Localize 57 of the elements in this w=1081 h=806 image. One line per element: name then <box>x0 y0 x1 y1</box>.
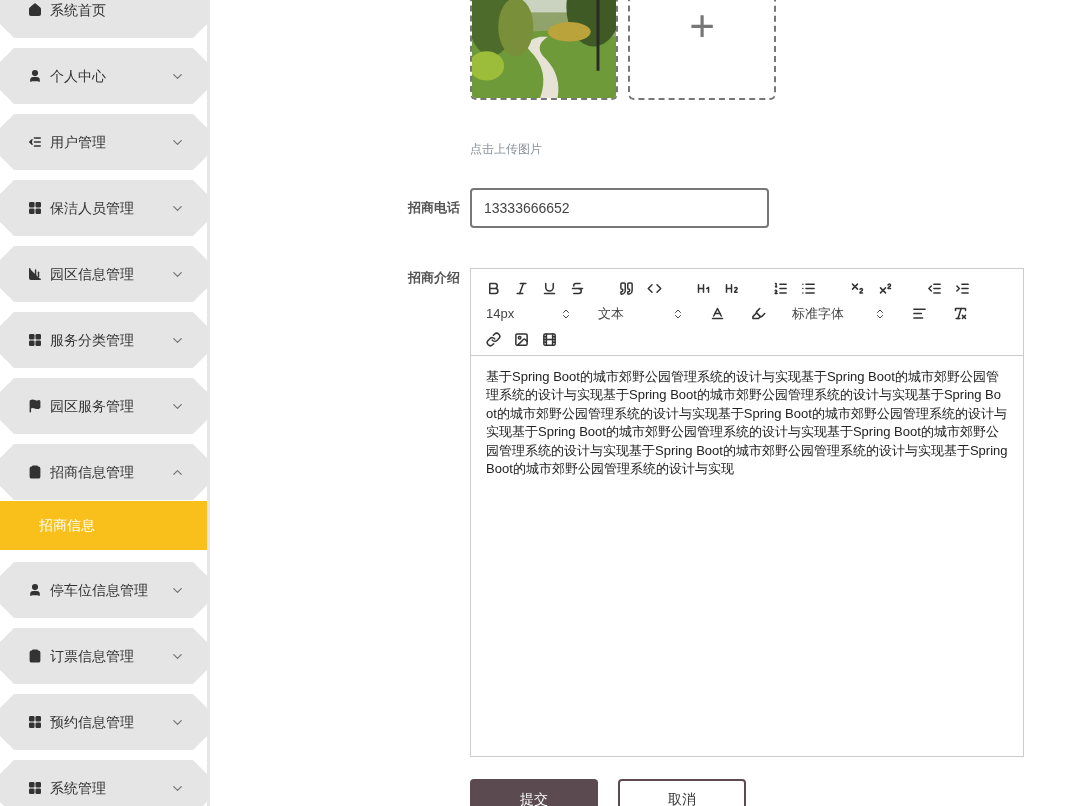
video-icon[interactable] <box>542 331 557 347</box>
sidebar-item[interactable]: 系统首页 <box>0 0 207 38</box>
list-icon <box>28 135 42 149</box>
sort-icon <box>672 307 684 320</box>
sidebar-item[interactable]: 园区信息管理 <box>0 246 207 302</box>
sidebar-item[interactable]: 停车位信息管理 <box>0 562 207 618</box>
underline-icon[interactable] <box>542 281 557 296</box>
sidebar-item[interactable]: 系统管理 <box>0 760 207 806</box>
select-field[interactable]: 标准字体 <box>792 304 886 324</box>
sidebar-item[interactable]: 个人中心 <box>0 48 207 104</box>
editor-content: 基于Spring Boot的城市郊野公园管理系统的设计与实现基于Spring Boot的城市郊野公园管理系统的设计与实现基于Spring Boot的城市郊野公园管理系统的设计与实现基于Spring Boot的城市郊野公园管理系统的设计与实现基于Spring Boot的城市郊野公园管理系统的设计与实现基于Spring Boot的城市郊野公园管理系统的设计与实现基于Spring Boot的城市郊野公园管理系统的设计与实现基于Spring Boot的城市郊野公园管理系统的设计与实现基于Spring Boot的城市郊野公园管理系统的设计与实现 <box>485 367 1009 478</box>
select-field[interactable]: 文本 <box>598 304 684 324</box>
upload-hint: 点击上传图片 <box>470 141 542 158</box>
user-icon <box>28 583 42 597</box>
bold-icon[interactable] <box>486 281 501 296</box>
home-icon <box>28 3 42 17</box>
highlight-icon[interactable] <box>751 306 766 322</box>
sidebar-item[interactable]: 用户管理 <box>0 114 207 170</box>
link-icon[interactable] <box>486 331 501 347</box>
code-icon[interactable] <box>647 281 662 296</box>
sidebar-item[interactable]: 园区服务管理 <box>0 378 207 434</box>
sidebar-item[interactable]: 招商信息管理 <box>0 444 207 500</box>
bullet-list-icon[interactable] <box>801 281 816 296</box>
grid-icon <box>28 201 42 215</box>
italic-icon[interactable] <box>514 281 529 296</box>
sidebar-item[interactable]: 保洁人员管理 <box>0 180 207 236</box>
field-label: 招商电话 <box>406 199 461 218</box>
select-field[interactable]: 14px <box>486 304 572 324</box>
heading-icon[interactable] <box>696 281 711 296</box>
sidebar-item[interactable]: 预约信息管理 <box>0 694 207 750</box>
flag-icon <box>28 399 42 413</box>
sidebar-item[interactable]: 订票信息管理 <box>0 628 207 684</box>
heading-icon[interactable] <box>724 281 739 296</box>
cancel-button[interactable]: 取消 <box>618 779 746 806</box>
user-icon <box>28 69 42 83</box>
submit-button[interactable]: 提交 <box>470 779 598 806</box>
font-color-icon[interactable] <box>710 306 725 322</box>
strikethrough-icon[interactable] <box>570 281 585 296</box>
grid-icon <box>28 781 42 795</box>
field-label: 招商介绍 <box>406 269 461 287</box>
sidebar-item[interactable]: 服务分类管理 <box>0 312 207 368</box>
ordered-list-icon[interactable] <box>773 281 788 296</box>
quote-icon[interactable] <box>619 281 634 296</box>
outdent-icon[interactable] <box>927 281 942 296</box>
clear-format-icon[interactable] <box>953 306 968 322</box>
phone-field[interactable]: 13333666652 <box>470 188 769 228</box>
align-left-icon[interactable] <box>912 306 927 322</box>
grid-icon <box>28 715 42 729</box>
grid-icon <box>28 333 42 347</box>
rich-text-editor[interactable] <box>470 268 1024 757</box>
sort-icon <box>560 307 572 320</box>
superscript-icon[interactable] <box>878 281 893 296</box>
sort-icon <box>874 307 886 320</box>
image-icon[interactable] <box>514 331 529 347</box>
upload-button[interactable]: + <box>628 0 776 100</box>
subscript-icon[interactable] <box>850 281 865 296</box>
indent-icon[interactable] <box>955 281 970 296</box>
